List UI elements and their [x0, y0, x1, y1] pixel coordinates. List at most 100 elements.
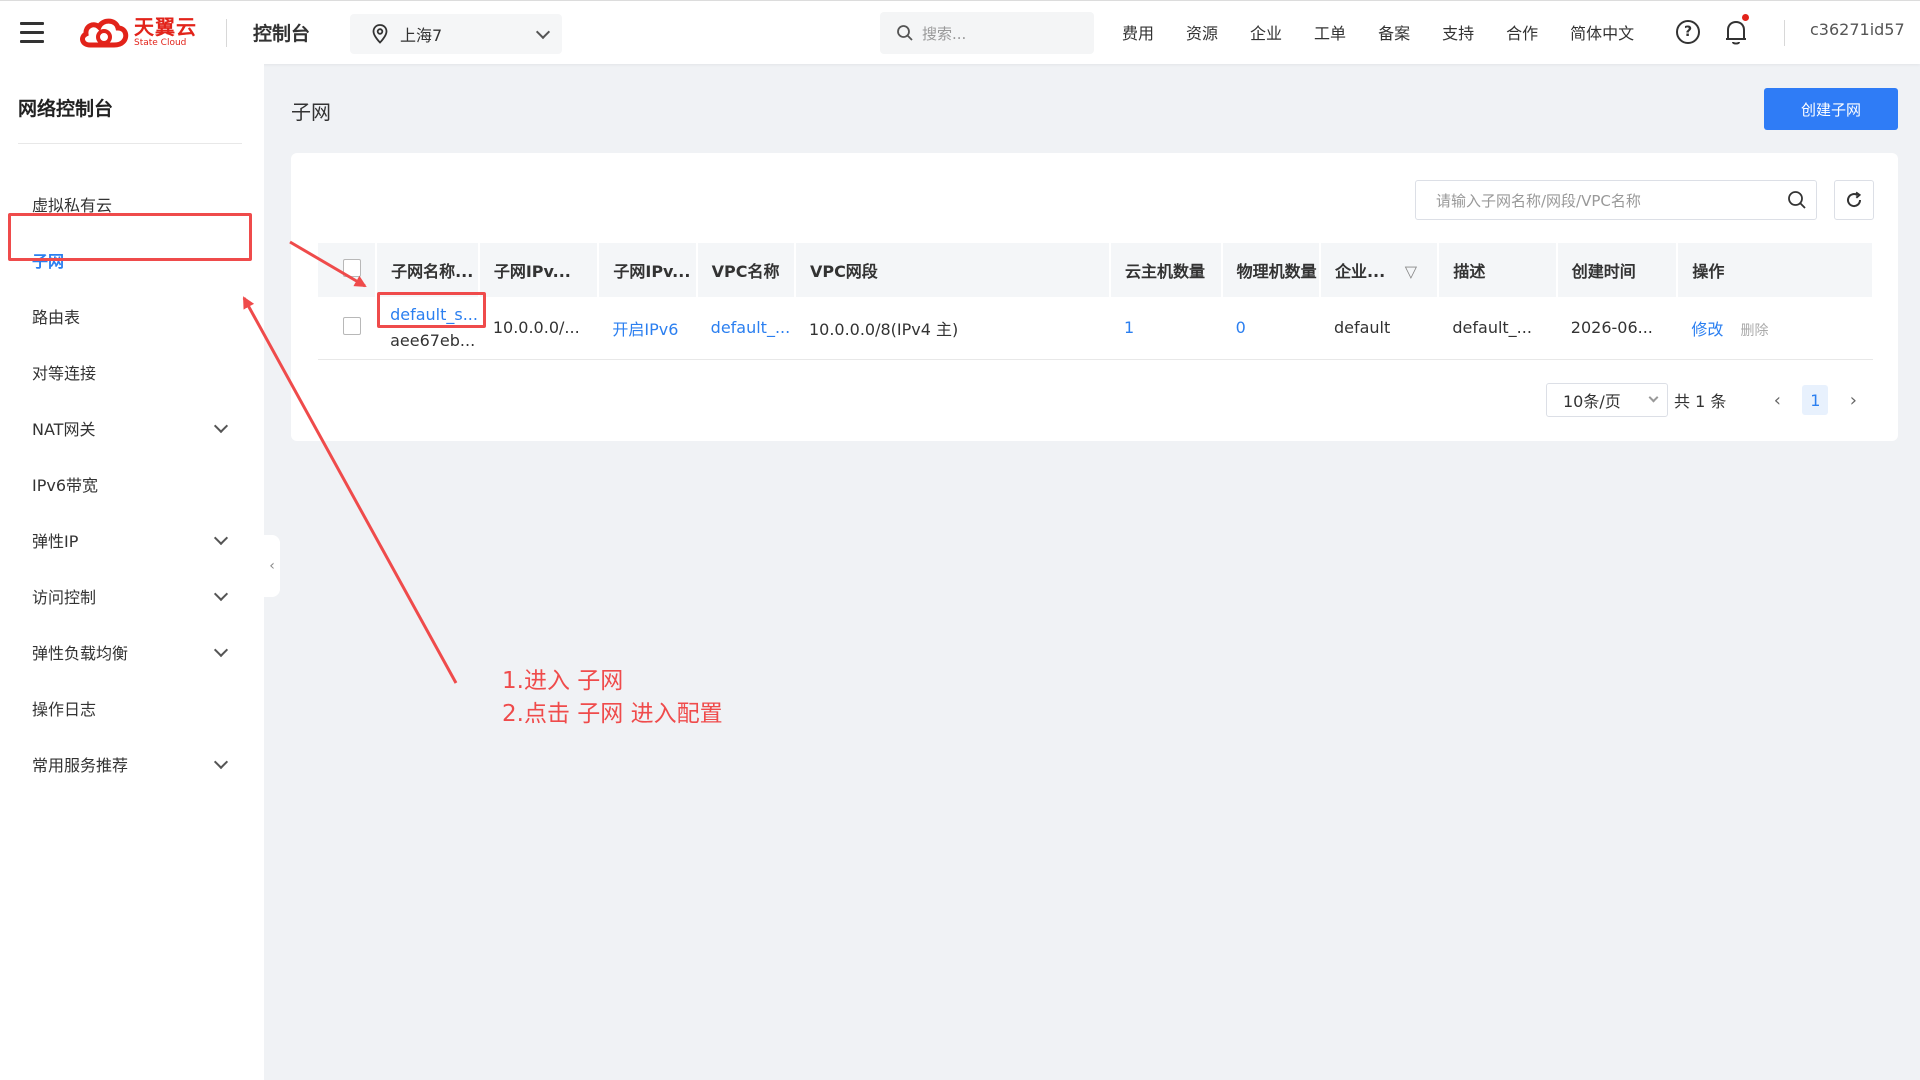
- logo[interactable]: 天翼云 State Cloud: [78, 13, 208, 53]
- top-nav: 费用 资源 企业 工单 备案 支持 合作 简体中文: [1122, 0, 1666, 64]
- search-placeholder: 搜索...: [922, 24, 967, 43]
- subnet-table: 子网名称... 子网IPv... 子网IPv... VPC名称 VPC网段 云主…: [318, 243, 1874, 360]
- sidebar-item-oplog[interactable]: 操作日志: [0, 684, 264, 732]
- filter-funnel-icon[interactable]: ▽: [1405, 262, 1417, 281]
- sidebar-collapse-handle[interactable]: ‹: [264, 535, 280, 597]
- chevron-down-icon: [1648, 392, 1659, 403]
- highlight-box-subnet-name: [377, 292, 486, 328]
- sidebar-item-elb[interactable]: 弹性负载均衡: [0, 628, 264, 676]
- col-vpc-cidr[interactable]: VPC网段: [794, 243, 1111, 297]
- refresh-button[interactable]: [1834, 180, 1874, 220]
- cell-bm-count: 0: [1221, 297, 1320, 360]
- menu-icon[interactable]: [0, 1, 64, 65]
- logo-en-text: State Cloud: [134, 38, 187, 48]
- col-subnet-ipv4[interactable]: 子网IPv...: [478, 243, 600, 297]
- bm-count-link[interactable]: 0: [1236, 318, 1246, 337]
- sidebar-item-label: 操作日志: [32, 700, 97, 719]
- refresh-icon: [1847, 191, 1862, 208]
- search-icon[interactable]: [1778, 190, 1816, 210]
- total-count: 共 1 条: [1674, 392, 1727, 411]
- table-header-row: 子网名称... 子网IPv... 子网IPv... VPC名称 VPC网段 云主…: [318, 243, 1874, 297]
- col-vpc-name[interactable]: VPC名称: [696, 243, 796, 297]
- global-search-input[interactable]: 搜索...: [880, 12, 1094, 54]
- prev-page-icon[interactable]: ‹: [1762, 390, 1792, 411]
- cell-vpc-name: default_...: [696, 297, 795, 360]
- sidebar-item-route-table[interactable]: 路由表: [0, 292, 264, 340]
- notification-dot: [1742, 14, 1749, 21]
- select-all-cell: [318, 243, 378, 297]
- annotation-line-1: 1.进入 子网: [502, 668, 624, 694]
- page-size-value: 10条/页: [1563, 392, 1621, 411]
- col-description[interactable]: 描述: [1438, 243, 1558, 297]
- nav-partner[interactable]: 合作: [1506, 20, 1538, 44]
- sidebar-title: 网络控制台: [18, 98, 114, 120]
- cell-enterprise: default: [1319, 297, 1439, 360]
- sidebar-item-nat[interactable]: NAT网关: [0, 404, 264, 452]
- nav-resources[interactable]: 资源: [1186, 20, 1218, 44]
- page-size-select[interactable]: 10条/页: [1546, 383, 1668, 417]
- col-enterprise[interactable]: 企业... ▽: [1319, 243, 1440, 297]
- nav-filing[interactable]: 备案: [1378, 20, 1410, 44]
- sidebar-item-access-control[interactable]: 访问控制: [0, 572, 264, 620]
- user-account[interactable]: c36271id57: [1810, 20, 1905, 39]
- enable-ipv6-link[interactable]: 开启IPv6: [612, 320, 678, 339]
- sidebar-item-recommended[interactable]: 常用服务推荐: [0, 740, 264, 788]
- console-title[interactable]: 控制台: [253, 19, 310, 46]
- sidebar-item-label: 弹性负载均衡: [32, 644, 129, 663]
- select-all-checkbox[interactable]: [343, 259, 361, 277]
- cell-description: default_...: [1438, 297, 1557, 360]
- vm-count-link[interactable]: 1: [1124, 318, 1134, 337]
- search-icon: [897, 25, 913, 41]
- sidebar-item-ipv6-bandwidth[interactable]: IPv6带宽: [0, 460, 264, 508]
- delete-link[interactable]: 删除: [1741, 323, 1769, 339]
- page-number-current[interactable]: 1: [1802, 385, 1829, 415]
- chevron-down-icon: [213, 530, 229, 545]
- chevron-down-icon: [213, 754, 229, 769]
- sidebar-item-label: 弹性IP: [32, 532, 79, 551]
- help-glyph: ?: [1683, 24, 1693, 40]
- nav-billing[interactable]: 费用: [1122, 20, 1154, 44]
- col-vm-count[interactable]: 云主机数量: [1109, 243, 1223, 297]
- chevron-down-icon: [213, 586, 229, 601]
- logo-cn-text: 天翼云: [134, 15, 197, 39]
- sidebar-divider: [18, 143, 242, 144]
- sidebar-item-peering[interactable]: 对等连接: [0, 348, 264, 396]
- col-actions: 操作: [1677, 243, 1874, 297]
- subnet-list-card: 请输入子网名称/网段/VPC名称 子网名称... 子网IPv... 子网IPv.…: [291, 153, 1898, 441]
- sidebar-item-label: 路由表: [32, 308, 81, 327]
- cell-created: 2026-06...: [1556, 297, 1678, 360]
- next-page-icon[interactable]: ›: [1838, 390, 1868, 411]
- nav-enterprise[interactable]: 企业: [1250, 20, 1282, 44]
- row-checkbox[interactable]: [343, 316, 361, 335]
- chevron-down-icon: [535, 24, 551, 39]
- edit-link[interactable]: 修改: [1691, 320, 1723, 339]
- col-enterprise-label: 企业...: [1334, 262, 1386, 281]
- bell-icon[interactable]: [1724, 18, 1748, 46]
- help-icon[interactable]: ?: [1676, 20, 1700, 44]
- nav-language[interactable]: 简体中文: [1570, 20, 1634, 44]
- cell-vm-count: 1: [1109, 297, 1222, 360]
- create-subnet-button[interactable]: 创建子网: [1764, 88, 1898, 130]
- sidebar-item-label: 访问控制: [32, 588, 97, 607]
- region-label: 上海7: [400, 26, 443, 45]
- col-subnet-ipv6[interactable]: 子网IPv...: [598, 243, 698, 297]
- location-pin-icon: [372, 24, 388, 44]
- col-subnet-name[interactable]: 子网名称...: [376, 243, 480, 297]
- cell-ipv6: 开启IPv6: [598, 297, 697, 360]
- nav-tickets[interactable]: 工单: [1314, 20, 1346, 44]
- row-select-cell: [318, 297, 377, 360]
- chevron-left-icon: ‹: [269, 558, 275, 574]
- cell-vpc-cidr: 10.0.0.0/8(IPv4 主): [794, 297, 1110, 360]
- nav-support[interactable]: 支持: [1442, 20, 1474, 44]
- subnet-filter-input[interactable]: 请输入子网名称/网段/VPC名称: [1415, 180, 1817, 220]
- sidebar-item-eip[interactable]: 弹性IP: [0, 516, 264, 564]
- filter-placeholder: 请输入子网名称/网段/VPC名称: [1436, 191, 1641, 210]
- vpc-name-link[interactable]: default_...: [711, 318, 791, 337]
- col-bm-count[interactable]: 物理机数量: [1221, 243, 1321, 297]
- col-created[interactable]: 创建时间: [1556, 243, 1679, 297]
- sidebar-item-label: 对等连接: [32, 364, 97, 383]
- region-selector[interactable]: 上海7: [350, 14, 562, 54]
- annotation-text: 1.进入 子网 2.点击 子网 进入配置: [502, 665, 723, 731]
- cell-actions: 修改 删除: [1677, 297, 1873, 360]
- cell-ipv4: 10.0.0.0/...: [478, 297, 599, 360]
